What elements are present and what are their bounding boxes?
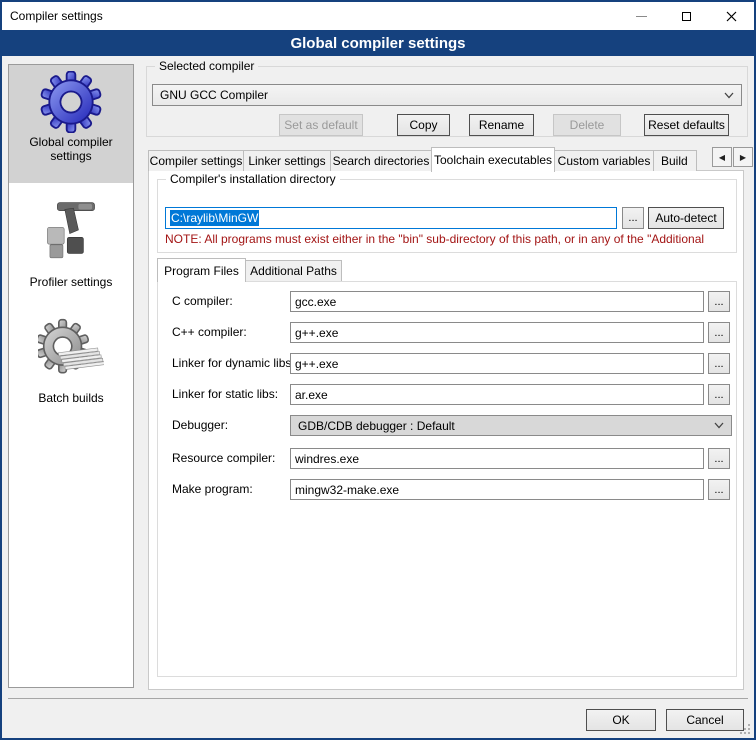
linker-dynamic-label: Linker for dynamic libs: — [172, 356, 295, 370]
sidebar-item-batch-builds[interactable]: Batch builds — [9, 307, 133, 411]
maximize-button[interactable] — [664, 2, 709, 30]
program-files-page: C compiler: gcc.exe ... C++ compiler: g+… — [157, 281, 737, 677]
dialog-body: Global compiler settings Profiler settin… — [2, 56, 754, 738]
debugger-select-value: GDB/CDB debugger : Default — [298, 419, 714, 433]
batch-builds-icon — [38, 313, 104, 389]
arrow-right-icon: ▶ — [740, 153, 746, 162]
cpp-compiler-browse-button[interactable]: ... — [708, 322, 730, 343]
programs-subtab-bar: Program Files Additional Paths — [157, 257, 341, 281]
profiler-caliper-icon — [40, 193, 102, 273]
tab-linker-settings[interactable]: Linker settings — [243, 150, 331, 171]
linker-dynamic-input[interactable]: g++.exe — [290, 353, 704, 374]
tab-custom-variables[interactable]: Custom variables — [554, 150, 654, 171]
delete-button[interactable]: Delete — [553, 114, 621, 136]
subtab-program-files[interactable]: Program Files — [157, 258, 246, 282]
tab-toolchain-executables[interactable]: Toolchain executables — [431, 147, 555, 172]
auto-detect-button[interactable]: Auto-detect — [648, 207, 724, 229]
installation-directory-value: C:\raylib\MinGW — [170, 210, 259, 226]
compiler-select[interactable]: GNU GCC Compiler — [152, 84, 742, 106]
c-compiler-input[interactable]: gcc.exe — [290, 291, 704, 312]
debugger-label: Debugger: — [172, 418, 228, 432]
settings-category-list: Global compiler settings Profiler settin… — [8, 64, 134, 688]
minimize-icon — [636, 16, 647, 17]
installation-directory-input[interactable]: C:\raylib\MinGW — [165, 207, 617, 229]
linker-static-browse-button[interactable]: ... — [708, 384, 730, 405]
make-program-input[interactable]: mingw32-make.exe — [290, 479, 704, 500]
sidebar-item-profiler-settings[interactable]: Profiler settings — [9, 187, 133, 295]
resource-compiler-label: Resource compiler: — [172, 451, 275, 465]
selected-compiler-legend: Selected compiler — [155, 59, 258, 73]
debugger-select[interactable]: GDB/CDB debugger : Default — [290, 415, 732, 436]
reset-defaults-button[interactable]: Reset defaults — [644, 114, 729, 136]
close-icon — [726, 11, 737, 22]
cancel-button[interactable]: Cancel — [666, 709, 744, 731]
installation-directory-legend: Compiler's installation directory — [166, 172, 340, 186]
resource-compiler-input[interactable]: windres.exe — [290, 448, 704, 469]
make-program-browse-button[interactable]: ... — [708, 479, 730, 500]
window-title: Compiler settings — [2, 9, 619, 23]
c-compiler-label: C compiler: — [172, 294, 233, 308]
tab-scroll-right-button[interactable]: ▶ — [733, 147, 753, 167]
chevron-down-icon — [724, 92, 734, 99]
set-as-default-button[interactable]: Set as default — [279, 114, 363, 136]
rename-button[interactable]: Rename — [469, 114, 534, 136]
tab-compiler-settings[interactable]: Compiler settings — [148, 150, 244, 171]
installation-directory-browse-button[interactable]: ... — [622, 207, 644, 229]
minimize-button[interactable] — [619, 2, 664, 30]
make-program-label: Make program: — [172, 482, 253, 496]
sidebar-item-label: Batch builds — [9, 389, 133, 411]
blue-gear-icon — [40, 71, 102, 133]
cpp-compiler-label: C++ compiler: — [172, 325, 247, 339]
settings-tab-bar: Compiler settings Linker settings Search… — [148, 146, 696, 171]
tab-scroll-left-button[interactable]: ◀ — [712, 147, 732, 167]
linker-static-input[interactable]: ar.exe — [290, 384, 704, 405]
page-title: Global compiler settings — [2, 30, 754, 56]
c-compiler-browse-button[interactable]: ... — [708, 291, 730, 312]
resize-grip[interactable] — [740, 724, 751, 735]
compiler-select-value: GNU GCC Compiler — [160, 88, 724, 102]
toolchain-executables-page: Compiler's installation directory C:\ray… — [148, 170, 744, 690]
sidebar-item-global-compiler-settings[interactable]: Global compiler settings — [9, 65, 133, 183]
installation-directory-group: Compiler's installation directory C:\ray… — [157, 179, 737, 253]
sidebar-item-label: Profiler settings — [9, 273, 133, 295]
resource-compiler-browse-button[interactable]: ... — [708, 448, 730, 469]
linker-static-label: Linker for static libs: — [172, 387, 278, 401]
maximize-icon — [682, 12, 691, 21]
sidebar-item-label: Global compiler settings — [9, 133, 133, 169]
compiler-settings-dialog: Compiler settings Global compiler settin… — [0, 0, 756, 740]
selected-compiler-group: Selected compiler GNU GCC Compiler Set a… — [146, 66, 748, 137]
linker-dynamic-browse-button[interactable]: ... — [708, 353, 730, 374]
copy-button[interactable]: Copy — [397, 114, 450, 136]
arrow-left-icon: ◀ — [719, 153, 725, 162]
tab-search-directories[interactable]: Search directories — [330, 150, 432, 171]
ok-button[interactable]: OK — [586, 709, 656, 731]
subtab-additional-paths[interactable]: Additional Paths — [245, 260, 342, 281]
tab-build-options[interactable]: Build — [653, 150, 697, 171]
cpp-compiler-input[interactable]: g++.exe — [290, 322, 704, 343]
title-bar[interactable]: Compiler settings — [2, 2, 754, 30]
chevron-down-icon — [714, 422, 724, 429]
close-button[interactable] — [709, 2, 754, 30]
installation-note: NOTE: All programs must exist either in … — [165, 232, 731, 246]
footer-divider — [8, 698, 748, 699]
